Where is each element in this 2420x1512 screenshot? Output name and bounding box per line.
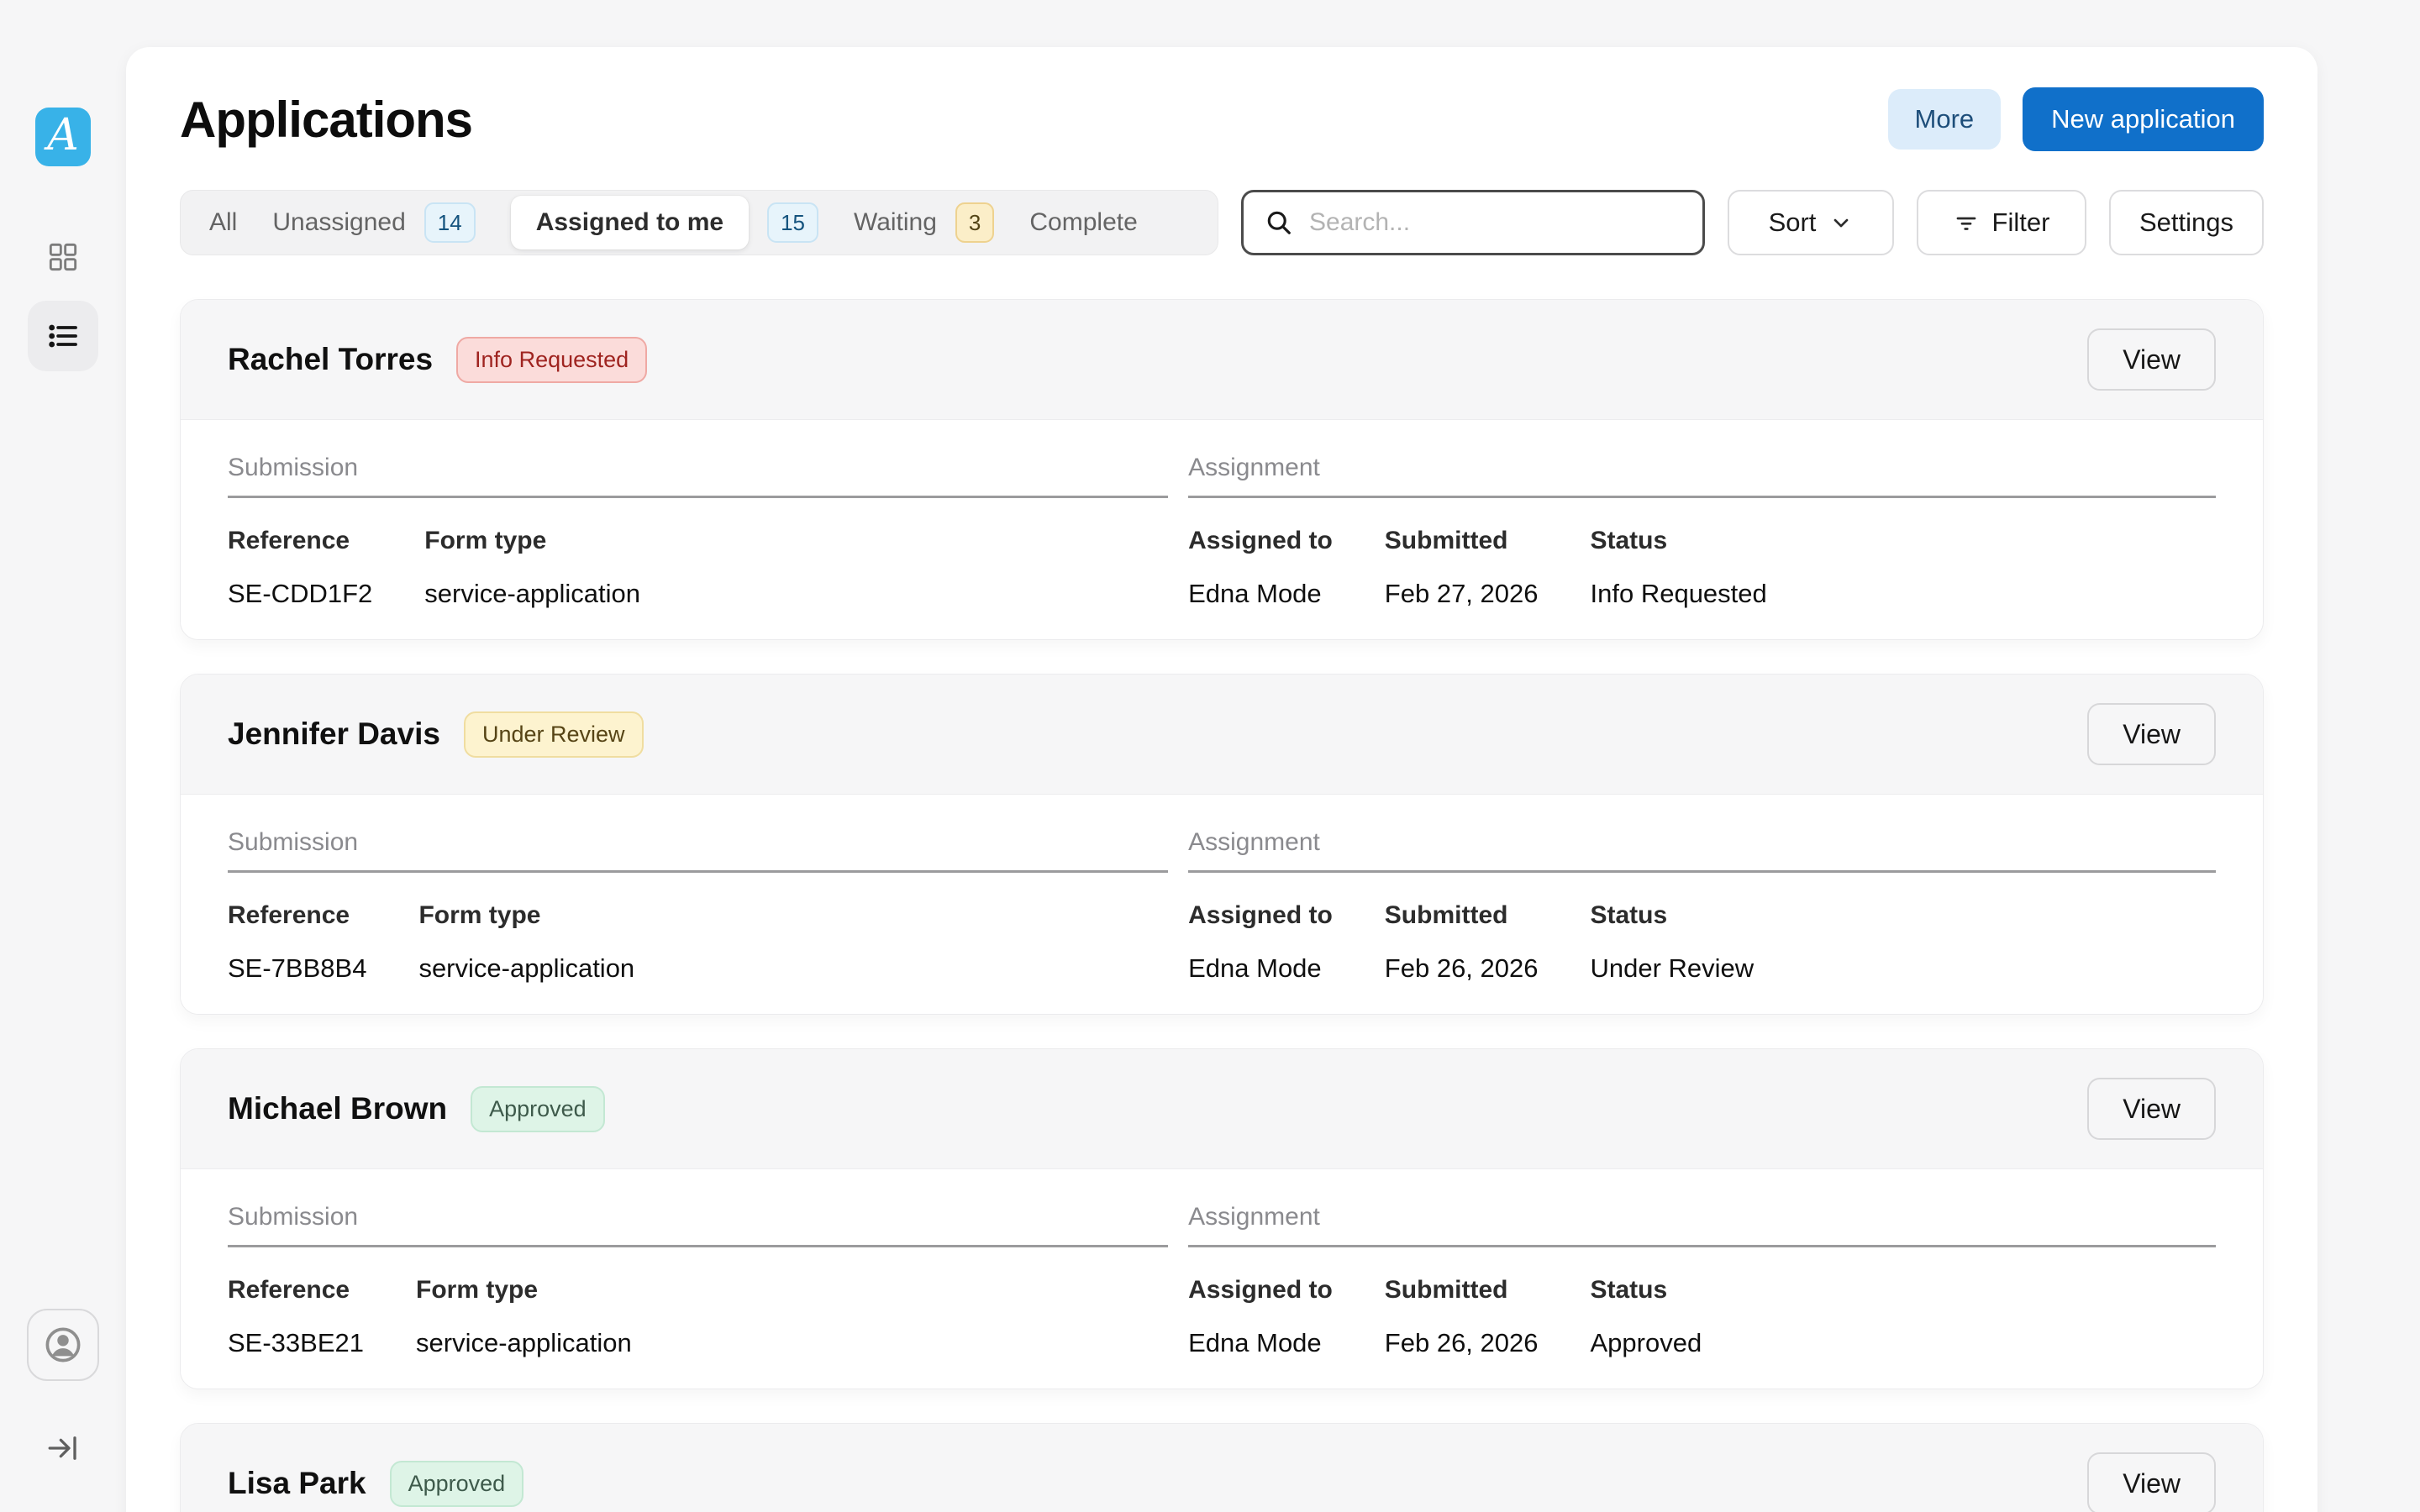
settings-button[interactable]: Settings [2109,190,2264,255]
view-button[interactable]: View [2087,328,2216,391]
applicant-name: Lisa Park [228,1466,366,1501]
settings-label: Settings [2139,207,2233,238]
card-body: Submission Reference SE-7BB8B4 Form type… [181,795,2263,1014]
collapse-arrow-icon [45,1431,81,1466]
tab-waiting[interactable]: Waiting 3 [854,202,994,243]
field-reference: Reference SE-CDD1F2 [228,527,372,609]
user-avatar-button[interactable] [27,1309,99,1381]
more-button[interactable]: More [1888,89,2002,150]
page-header: Applications More New application [180,87,2264,151]
view-button[interactable]: View [2087,1452,2216,1512]
tab-count-badge: 15 [767,202,818,243]
tab-assigned-to-me[interactable]: Assigned to me 15 [511,196,818,249]
status-tabs: All Unassigned 14 Assigned to me 15 Wait… [180,190,1218,255]
group-title: Assignment [1188,828,2216,873]
search-icon [1264,207,1294,238]
assignment-group: Assignment Assigned to Edna Mode Submitt… [1188,1203,2216,1358]
filter-label: Filter [1992,207,2050,238]
group-title: Submission [228,828,1168,873]
tab-label: Assigned to me [511,196,749,249]
applicant-name: Michael Brown [228,1091,447,1126]
application-card: Rachel Torres Info Requested View Submis… [180,299,2264,640]
card-body: Submission Reference SE-33BE21 Form type… [181,1169,2263,1389]
tab-all[interactable]: All [209,208,237,237]
field-status: Status Under Review [1591,901,1754,984]
field-status: Status Info Requested [1591,527,1767,609]
submission-group: Submission Reference SE-CDD1F2 Form type… [228,454,1168,609]
application-card: Jennifer Davis Under Review View Submiss… [180,674,2264,1015]
field-assigned-to: Assigned to Edna Mode [1188,901,1333,984]
field-assigned-to: Assigned to Edna Mode [1188,1276,1333,1358]
app-logo[interactable]: A [35,108,91,166]
sort-label: Sort [1769,207,1817,238]
group-title: Submission [228,454,1168,498]
card-header: Jennifer Davis Under Review View [181,675,2263,795]
assignment-group: Assignment Assigned to Edna Mode Submitt… [1188,454,2216,609]
submission-group: Submission Reference SE-33BE21 Form type… [228,1203,1168,1358]
card-body: Submission Reference SE-CDD1F2 Form type… [181,420,2263,639]
field-form-type: Form type service-application [416,1276,632,1358]
tab-label: All [209,208,237,237]
field-reference: Reference SE-33BE21 [228,1276,364,1358]
tab-unassigned[interactable]: Unassigned 14 [272,202,475,243]
grid-icon [46,240,80,274]
field-form-type: Form type service-application [424,527,640,609]
status-badge: Under Review [464,711,644,758]
assignment-group: Assignment Assigned to Edna Mode Submitt… [1188,828,2216,984]
application-card-list: Rachel Torres Info Requested View Submis… [180,299,2264,1512]
applicant-name: Rachel Torres [228,342,433,377]
group-title: Submission [228,1203,1168,1247]
search-box[interactable] [1241,190,1705,255]
header-actions: More New application [1888,87,2265,151]
logo-a-glyph: A [47,113,79,157]
card-header: Michael Brown Approved View [181,1049,2263,1169]
group-title: Assignment [1188,454,2216,498]
toolbar: All Unassigned 14 Assigned to me 15 Wait… [180,190,2264,255]
tab-complete[interactable]: Complete [1029,208,1137,237]
field-assigned-to: Assigned to Edna Mode [1188,527,1333,609]
group-title: Assignment [1188,1203,2216,1247]
field-submitted: Submitted Feb 26, 2026 [1385,901,1539,984]
filter-lines-icon [1954,210,1979,235]
chevron-down-icon [1829,211,1853,234]
view-button[interactable]: View [2087,703,2216,765]
page-title: Applications [180,91,472,149]
field-reference: Reference SE-7BB8B4 [228,901,366,984]
sidebar-item-applications-list[interactable] [28,301,98,371]
new-application-button[interactable]: New application [2023,87,2264,151]
field-submitted: Submitted Feb 27, 2026 [1385,527,1539,609]
sidebar: A [0,0,126,1512]
view-button[interactable]: View [2087,1078,2216,1140]
status-badge: Info Requested [456,337,647,383]
user-circle-icon [41,1323,85,1367]
filter-button[interactable]: Filter [1917,190,2086,255]
main-panel: Applications More New application All Un… [126,47,2317,1512]
tab-count-badge: 3 [955,202,994,243]
field-form-type: Form type service-application [418,901,634,984]
tab-label: Complete [1029,208,1137,237]
field-submitted: Submitted Feb 26, 2026 [1385,1276,1539,1358]
field-status: Status Approved [1591,1276,1702,1358]
card-header: Rachel Torres Info Requested View [181,300,2263,420]
search-input[interactable] [1309,208,1682,237]
tab-count-badge: 14 [424,202,476,243]
application-card: Lisa Park Approved View Submission Assig… [180,1423,2264,1512]
submission-group: Submission Reference SE-7BB8B4 Form type… [228,828,1168,984]
card-header: Lisa Park Approved View [181,1424,2263,1512]
sidebar-item-dashboard[interactable] [38,232,88,282]
application-card: Michael Brown Approved View Submission R… [180,1048,2264,1389]
sort-button[interactable]: Sort [1728,190,1894,255]
collapse-sidebar-button[interactable] [38,1423,88,1473]
tab-label: Unassigned [272,208,405,237]
list-icon [46,319,80,353]
applicant-name: Jennifer Davis [228,717,440,752]
tab-label: Waiting [854,208,937,237]
status-badge: Approved [471,1086,605,1132]
status-badge: Approved [390,1461,524,1507]
